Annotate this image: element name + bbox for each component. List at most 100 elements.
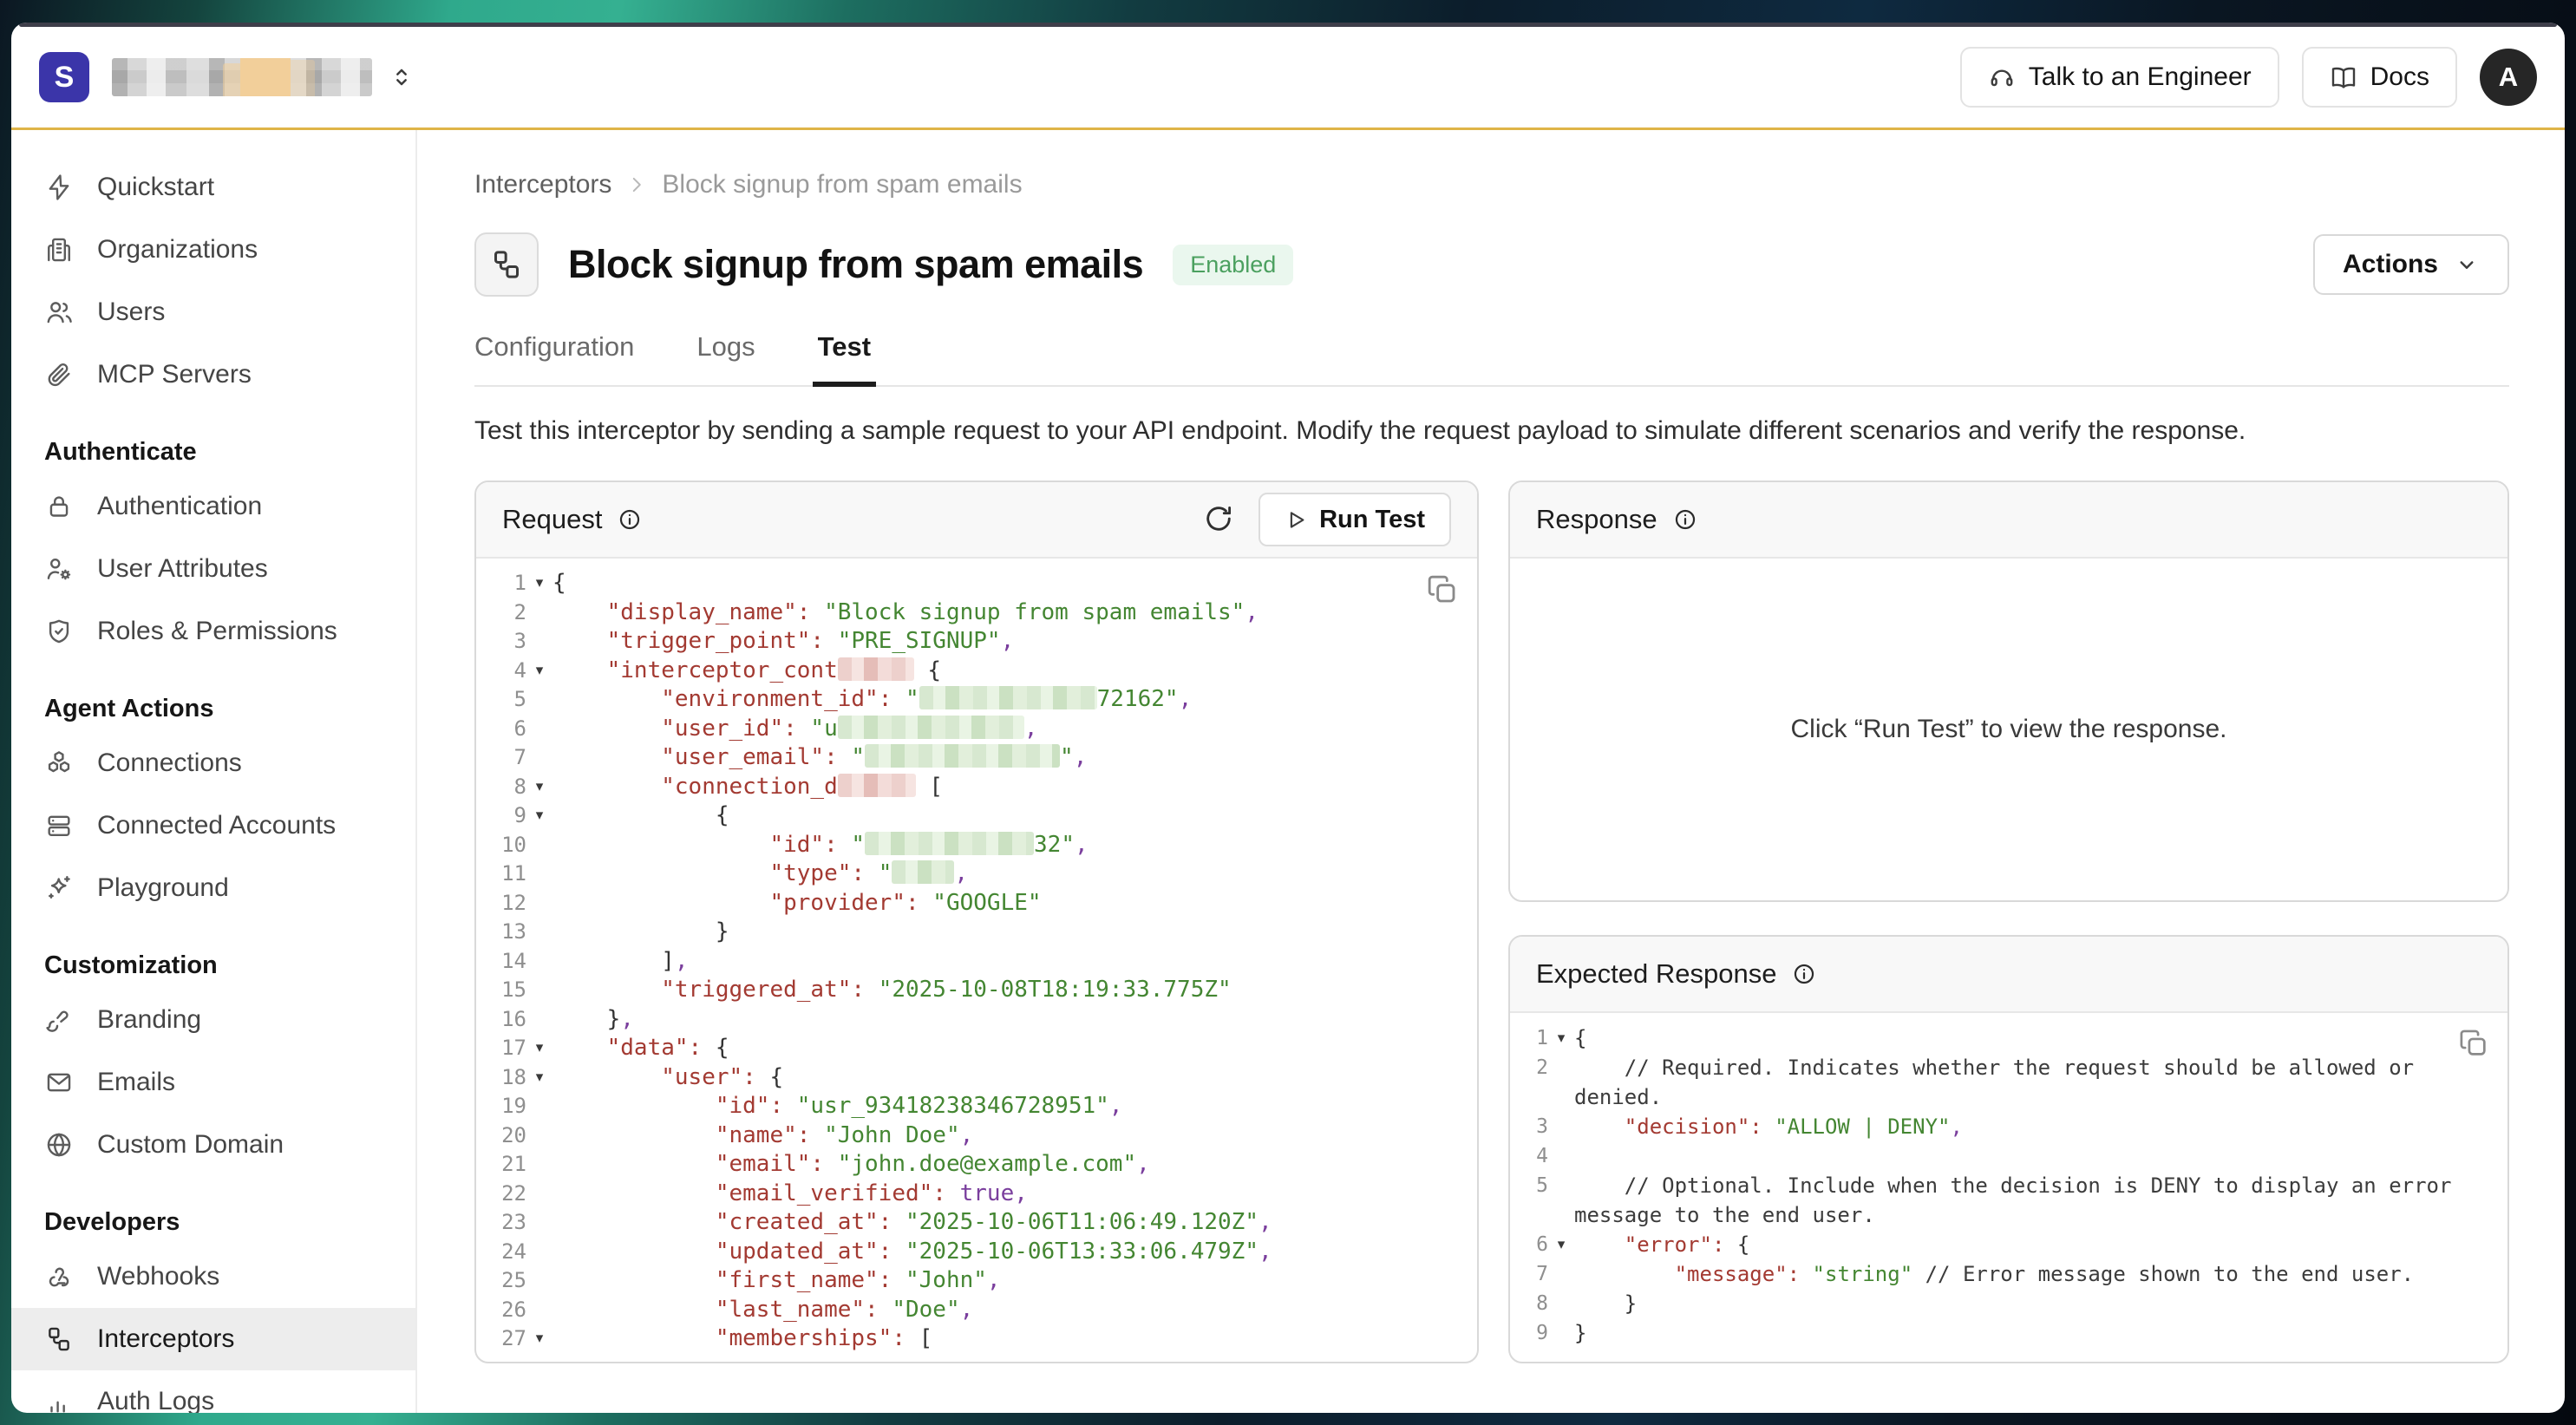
fold-spacer: [526, 1208, 552, 1238]
fold-spacer: [526, 1266, 552, 1296]
fold-arrow-icon[interactable]: ▾: [526, 1324, 552, 1354]
code-line: 4▾ "interceptor_cont {: [476, 657, 1477, 686]
talk-to-engineer-button[interactable]: Talk to an Engineer: [1960, 47, 2279, 108]
response-empty-state: Click “Run Test” to view the response.: [1510, 559, 2507, 900]
sidebar-item-playground[interactable]: Playground: [11, 857, 415, 919]
app-window: S Talk to an Engineer Docs A: [11, 23, 2565, 1413]
request-code-editor[interactable]: 1▾{2 "display_name": "Block signup from …: [476, 559, 1477, 1362]
copy-expected-button[interactable]: [2457, 1027, 2490, 1062]
code-line: 18▾ "user": {: [476, 1063, 1477, 1093]
request-title: Request: [502, 504, 602, 535]
code-line: 12 "provider": "GOOGLE": [476, 889, 1477, 918]
code-line: 24 "updated_at": "2025-10-06T13:33:06.47…: [476, 1238, 1477, 1267]
tab-configuration[interactable]: Configuration: [474, 331, 634, 385]
copy-request-button[interactable]: [1425, 572, 1460, 610]
fold-arrow-icon[interactable]: ▾: [526, 773, 552, 802]
fold-spacer: [526, 976, 552, 1005]
sidebar-item-mcp-servers[interactable]: MCP Servers: [11, 343, 415, 406]
run-test-button[interactable]: Run Test: [1259, 493, 1451, 546]
users-icon: [44, 297, 74, 327]
code-text: "memberships": [: [552, 1324, 1477, 1354]
code-text: "name": "John Doe",: [552, 1121, 1477, 1151]
docs-button[interactable]: Docs: [2302, 47, 2457, 108]
boxes-icon: [44, 748, 74, 778]
line-number: 18▾: [476, 1063, 552, 1093]
fold-arrow-icon[interactable]: ▾: [526, 1034, 552, 1063]
breadcrumb-interceptors[interactable]: Interceptors: [474, 170, 611, 199]
fold-arrow-icon[interactable]: ▾: [1548, 1230, 1574, 1259]
info-icon[interactable]: [618, 507, 642, 532]
code-text: {: [1574, 1023, 2507, 1053]
test-panels: Request: [474, 480, 2509, 1363]
code-line: 10 "id": "32",: [476, 831, 1477, 860]
expected-response-panel: Expected Response 1▾{2 // Req: [1508, 935, 2509, 1363]
sidebar-item-label: Custom Domain: [97, 1130, 284, 1160]
code-text: "environment_id": "72162",: [552, 685, 1477, 715]
bar-chart-icon: [44, 1387, 74, 1413]
sidebar-item-organizations[interactable]: Organizations: [11, 219, 415, 281]
sidebar-item-quickstart[interactable]: Quickstart: [11, 156, 415, 219]
sidebar-item-emails[interactable]: Emails: [11, 1051, 415, 1114]
sidebar-item-label: Authentication: [97, 492, 262, 521]
sidebar-item-connected-accounts[interactable]: Connected Accounts: [11, 794, 415, 857]
fold-spacer: [526, 1296, 552, 1325]
line-number: 7: [1510, 1259, 1574, 1289]
sidebar-item-users[interactable]: Users: [11, 281, 415, 343]
zap-icon: [44, 173, 74, 202]
sidebar-item-label: Users: [97, 297, 165, 327]
sidebar-item-branding[interactable]: Branding: [11, 989, 415, 1051]
expected-response-code[interactable]: 1▾{2 // Required. Indicates whether the …: [1510, 1013, 2507, 1362]
sidebar-item-connections[interactable]: Connections: [11, 732, 415, 794]
actions-button[interactable]: Actions: [2313, 234, 2509, 295]
sidebar-item-webhooks[interactable]: Webhooks: [11, 1245, 415, 1308]
code-text: "user": {: [552, 1063, 1477, 1093]
sidebar-item-label: MCP Servers: [97, 360, 252, 389]
reset-request-button[interactable]: [1203, 503, 1234, 537]
line-number: 8: [1510, 1289, 1574, 1318]
code-line: 22 "email_verified": true,: [476, 1180, 1477, 1209]
response-panel: Response Click “Run Test” to view the re…: [1508, 480, 2509, 902]
fold-spacer: [526, 1092, 552, 1121]
fold-arrow-icon[interactable]: ▾: [526, 569, 552, 598]
fold-spacer: [1548, 1053, 1574, 1082]
sidebar-item-label: Branding: [97, 1005, 201, 1035]
tab-logs[interactable]: Logs: [696, 331, 755, 385]
user-avatar[interactable]: A: [2480, 49, 2537, 106]
sidebar-item-interceptors[interactable]: Interceptors: [11, 1308, 415, 1370]
shield-check-icon: [44, 617, 74, 646]
sidebar-item-user-attributes[interactable]: User Attributes: [11, 538, 415, 600]
code-line: 15 "triggered_at": "2025-10-08T18:19:33.…: [476, 976, 1477, 1005]
fold-arrow-icon[interactable]: ▾: [526, 657, 552, 686]
globe-icon: [44, 1130, 74, 1160]
chevron-right-icon: [625, 173, 648, 196]
code-text: "email_verified": true,: [552, 1180, 1477, 1209]
info-icon[interactable]: [1673, 507, 1697, 532]
info-icon[interactable]: [1792, 962, 1816, 986]
tab-bar: Configuration Logs Test: [474, 331, 2509, 387]
workspace-name-redacted: [112, 58, 372, 96]
line-number: 15: [476, 976, 552, 1005]
avatar-letter: A: [2499, 62, 2518, 93]
sidebar-item-auth-logs[interactable]: Auth Logs: [11, 1370, 415, 1413]
sidebar-item-custom-domain[interactable]: Custom Domain: [11, 1114, 415, 1176]
page-header: Block signup from spam emails Enabled Ac…: [474, 232, 2509, 297]
sidebar-item-roles-permissions[interactable]: Roles & Permissions: [11, 600, 415, 663]
status-badge: Enabled: [1173, 245, 1293, 285]
fold-spacer: [526, 1121, 552, 1151]
talk-to-engineer-label: Talk to an Engineer: [2029, 62, 2252, 92]
workspace-switcher[interactable]: [112, 58, 415, 96]
sidebar-item-authentication[interactable]: Authentication: [11, 475, 415, 538]
fold-spacer: [526, 715, 552, 744]
code-line: 17▾ "data": {: [476, 1034, 1477, 1063]
tab-test[interactable]: Test: [818, 331, 871, 385]
redacted-value: [838, 774, 916, 797]
sidebar-section-authenticate: Authenticate: [11, 428, 415, 475]
code-line: 13 }: [476, 918, 1477, 947]
fold-arrow-icon[interactable]: ▾: [526, 1063, 552, 1093]
fold-arrow-icon[interactable]: ▾: [1548, 1023, 1574, 1053]
rows-icon: [44, 811, 74, 840]
sidebar-section-customization: Customization: [11, 942, 415, 989]
fold-arrow-icon[interactable]: ▾: [526, 801, 552, 831]
line-number: 7: [476, 743, 552, 773]
code-line: 5 "environment_id": "72162",: [476, 685, 1477, 715]
